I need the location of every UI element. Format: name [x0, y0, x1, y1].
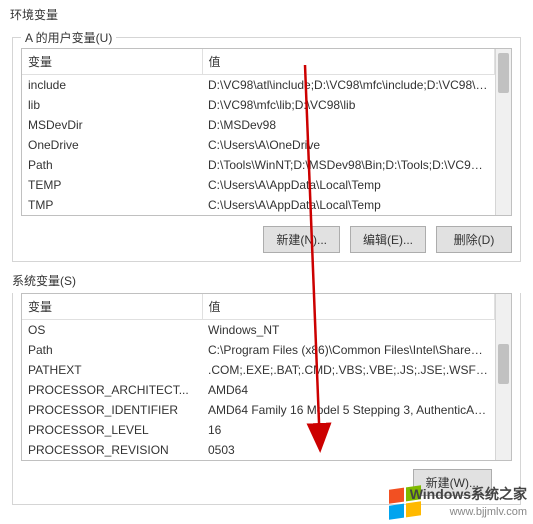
scrollbar-thumb[interactable] [498, 53, 509, 93]
watermark-brand: Windows系统之家 [410, 484, 527, 504]
system-vars-table-container: 变量 值 OSWindows_NT PathC:\Program Files (… [21, 293, 512, 461]
user-vars-table-container: 变量 值 includeD:\VC98\atl\include;D:\VC98\… [21, 48, 512, 216]
table-row[interactable]: PathC:\Program Files (x86)\Common Files\… [22, 340, 495, 360]
user-vars-group-label: A 的用户变量(U) [21, 29, 116, 46]
system-vars-group: 变量 值 OSWindows_NT PathC:\Program Files (… [12, 293, 521, 505]
user-vars-button-row: 新建(N)... 编辑(E)... 删除(D) [21, 226, 512, 253]
edit-user-var-button[interactable]: 编辑(E)... [350, 226, 426, 253]
table-row[interactable]: TEMPC:\Users\A\AppData\Local\Temp [22, 175, 495, 195]
col-header-value[interactable]: 值 [202, 49, 495, 75]
table-row[interactable]: PathD:\Tools\WinNT;D:\MSDev98\Bin;D:\Too… [22, 155, 495, 175]
dialog-title: 环境变量 [0, 0, 533, 29]
table-row[interactable]: PATHEXT.COM;.EXE;.BAT;.CMD;.VBS;.VBE;.JS… [22, 360, 495, 380]
watermark-url: www.bjjmlv.com [450, 506, 527, 518]
scrollbar-thumb[interactable] [498, 344, 509, 384]
user-vars-group: A 的用户变量(U) 变量 值 includeD:\VC98\atl\inclu… [12, 37, 521, 262]
system-vars-table[interactable]: 变量 值 OSWindows_NT PathC:\Program Files (… [22, 294, 495, 460]
user-vars-table[interactable]: 变量 值 includeD:\VC98\atl\include;D:\VC98\… [22, 49, 495, 215]
delete-user-var-button[interactable]: 删除(D) [436, 226, 512, 253]
table-row[interactable]: MSDevDirD:\MSDev98 [22, 115, 495, 135]
user-vars-scrollbar[interactable] [495, 49, 511, 215]
table-row[interactable]: PROCESSOR_ARCHITECT...AMD64 [22, 380, 495, 400]
col-header-value[interactable]: 值 [202, 294, 495, 320]
system-vars-scrollbar[interactable] [495, 294, 511, 460]
table-row[interactable]: OneDriveC:\Users\A\OneDrive [22, 135, 495, 155]
table-row[interactable]: OSWindows_NT [22, 320, 495, 341]
table-row[interactable]: PROCESSOR_IDENTIFIERAMD64 Family 16 Mode… [22, 400, 495, 420]
system-vars-label: 系统变量(S) [12, 272, 521, 289]
col-header-name[interactable]: 变量 [22, 294, 202, 320]
col-header-name[interactable]: 变量 [22, 49, 202, 75]
table-row[interactable]: includeD:\VC98\atl\include;D:\VC98\mfc\i… [22, 75, 495, 96]
table-row[interactable]: libD:\VC98\mfc\lib;D:\VC98\lib [22, 95, 495, 115]
table-row[interactable]: TMPC:\Users\A\AppData\Local\Temp [22, 195, 495, 215]
table-row[interactable]: PROCESSOR_REVISION0503 [22, 440, 495, 460]
table-row[interactable]: PROCESSOR_LEVEL16 [22, 420, 495, 440]
new-user-var-button[interactable]: 新建(N)... [263, 226, 340, 253]
